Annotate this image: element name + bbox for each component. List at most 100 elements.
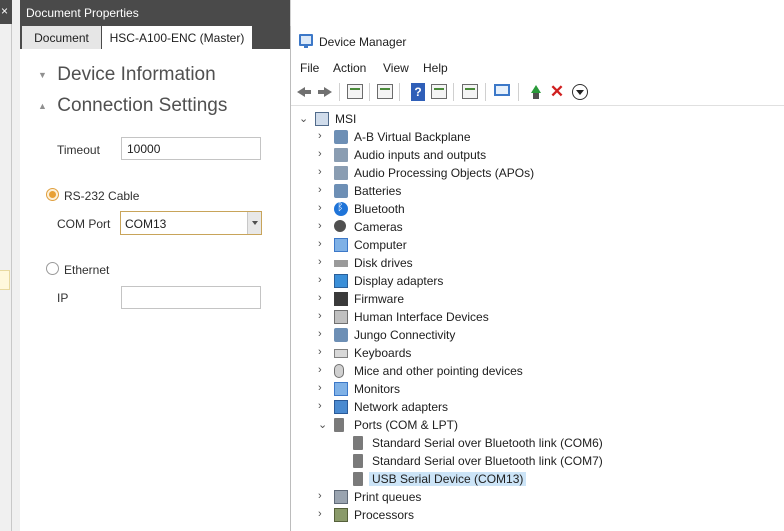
audio-icon <box>334 148 348 162</box>
tree-category[interactable]: › Monitors <box>291 380 784 398</box>
tree-category-label: Audio Processing Objects (APOs) <box>354 166 535 180</box>
tree-category-label: Network adapters <box>354 400 449 414</box>
chevron-right-icon[interactable]: › <box>318 130 322 142</box>
tree-category-label: Display adapters <box>354 274 444 288</box>
tree-category-label: Processors <box>354 508 415 522</box>
chevron-right-icon[interactable]: › <box>318 382 322 394</box>
rs232-label: RS-232 Cable <box>64 189 140 203</box>
ip-field[interactable] <box>121 286 261 309</box>
tree-root-label: MSI <box>335 112 357 126</box>
chevron-right-icon[interactable]: › <box>318 292 322 304</box>
document-properties-panel: Document Properties Document HSC-A100-EN… <box>20 0 290 531</box>
tree-category[interactable]: › Firmware <box>291 290 784 308</box>
tree-category[interactable]: › Mice and other pointing devices <box>291 362 784 380</box>
chevron-right-icon[interactable]: › <box>318 238 322 250</box>
com-port-value: COM13 <box>125 217 167 231</box>
tree-device-label: Standard Serial over Bluetooth link (COM… <box>372 436 603 450</box>
close-icon[interactable]: × <box>1 4 8 18</box>
uninstall-icon[interactable]: ✕ <box>548 83 566 101</box>
tree-category[interactable]: › Computer <box>291 236 784 254</box>
tab-document[interactable]: Document <box>22 26 101 49</box>
tree-category[interactable]: › Human Interface Devices <box>291 308 784 326</box>
tree-category[interactable]: › Disk drives <box>291 254 784 272</box>
printer-icon <box>334 490 348 504</box>
tree-category[interactable]: › Cameras <box>291 218 784 236</box>
chevron-down-icon[interactable]: ⌄ <box>318 418 327 431</box>
menu-help[interactable]: Help <box>423 61 448 75</box>
back-icon[interactable] <box>295 83 313 101</box>
firmware-icon <box>334 292 348 306</box>
toolbar: ? ✕ <box>291 78 784 106</box>
tree-category-label: Cameras <box>354 220 403 234</box>
tree-category[interactable]: › Processors <box>291 506 784 524</box>
chevron-right-icon[interactable]: › <box>318 166 322 178</box>
chevron-down-icon[interactable] <box>247 212 261 234</box>
forward-icon[interactable] <box>316 83 334 101</box>
tree-category[interactable]: › A-B Virtual Backplane <box>291 128 784 146</box>
update-icon[interactable] <box>377 84 393 99</box>
chevron-right-icon[interactable]: › <box>318 220 322 232</box>
tree-category[interactable]: › Bluetooth <box>291 200 784 218</box>
chevron-right-icon[interactable]: › <box>318 364 322 376</box>
section-device-information[interactable]: ▼ Device Information <box>38 64 216 86</box>
tree-device-label: Standard Serial over Bluetooth link (COM… <box>372 454 603 468</box>
tree-category[interactable]: › Audio Processing Objects (APOs) <box>291 164 784 182</box>
tree-category[interactable]: › Keyboards <box>291 344 784 362</box>
ethernet-radio[interactable] <box>46 262 59 275</box>
chevron-right-icon[interactable]: › <box>318 328 322 340</box>
tab-device-master[interactable]: HSC-A100-ENC (Master) <box>102 26 252 49</box>
bluetooth-icon <box>334 201 348 216</box>
network-icon <box>334 400 348 414</box>
device-manager-title: Device Manager <box>319 35 407 49</box>
tree-category[interactable]: › Display adapters <box>291 272 784 290</box>
menu-file[interactable]: File <box>300 61 319 75</box>
tree-category[interactable]: › Network adapters <box>291 398 784 416</box>
properties-icon[interactable] <box>347 84 363 99</box>
tree-category[interactable]: › Print queues <box>291 488 784 506</box>
tree-device-item[interactable]: USB Serial Device (COM13) <box>291 470 784 488</box>
timeout-field[interactable]: 10000 <box>121 137 261 160</box>
document-properties-tabs: Document HSC-A100-ENC (Master) <box>20 25 290 49</box>
menu-action[interactable]: Action <box>333 61 366 75</box>
chevron-right-icon[interactable]: › <box>318 256 322 268</box>
section-connection-settings[interactable]: ▲ Connection Settings <box>38 95 227 117</box>
help-icon[interactable]: ? <box>411 83 425 101</box>
scan-icon[interactable] <box>462 84 478 99</box>
tree-category-label: Batteries <box>354 184 402 198</box>
document-properties-title: Document Properties <box>20 0 290 25</box>
disable-icon[interactable] <box>572 84 588 100</box>
monitor-icon[interactable] <box>494 84 510 96</box>
tree-device-item[interactable]: Standard Serial over Bluetooth link (COM… <box>291 452 784 470</box>
ethernet-label: Ethernet <box>64 263 110 277</box>
left-edge-titlebar: × <box>0 0 12 24</box>
tree-root[interactable]: ⌄ MSI <box>291 110 784 128</box>
timeout-label: Timeout <box>57 143 100 157</box>
hid-icon <box>334 310 348 324</box>
view-icon[interactable] <box>431 84 447 99</box>
chevron-right-icon[interactable]: › <box>318 490 322 502</box>
tree-device-item[interactable]: Standard Serial over Bluetooth link (COM… <box>291 434 784 452</box>
chevron-right-icon[interactable]: › <box>318 400 322 412</box>
panel-gap <box>12 0 20 531</box>
menu-view[interactable]: View <box>383 61 409 75</box>
add-driver-icon[interactable] <box>527 83 545 101</box>
tree-category-label: Monitors <box>354 382 401 396</box>
tree-category[interactable]: › Audio inputs and outputs <box>291 146 784 164</box>
tree-category-label: Computer <box>354 238 407 252</box>
chevron-right-icon[interactable]: › <box>318 184 322 196</box>
tree-category[interactable]: › Jungo Connectivity <box>291 326 784 344</box>
chevron-right-icon[interactable]: › <box>318 310 322 322</box>
chevron-right-icon[interactable]: › <box>318 202 322 214</box>
tree-category[interactable]: ⌄ Ports (COM & LPT) <box>291 416 784 434</box>
com-port-select[interactable]: COM13 <box>120 211 262 235</box>
chevron-right-icon[interactable]: › <box>318 274 322 286</box>
tree-category[interactable]: › Batteries <box>291 182 784 200</box>
chevron-right-icon[interactable]: › <box>318 346 322 358</box>
rs232-radio[interactable] <box>46 188 59 201</box>
chevron-down-icon[interactable]: ⌄ <box>299 112 308 125</box>
generic-device-icon <box>334 328 348 342</box>
chevron-right-icon[interactable]: › <box>318 148 322 160</box>
chevron-right-icon[interactable]: › <box>318 508 322 520</box>
com-port-label: COM Port <box>57 217 111 231</box>
tree-category-label: Audio inputs and outputs <box>354 148 487 162</box>
